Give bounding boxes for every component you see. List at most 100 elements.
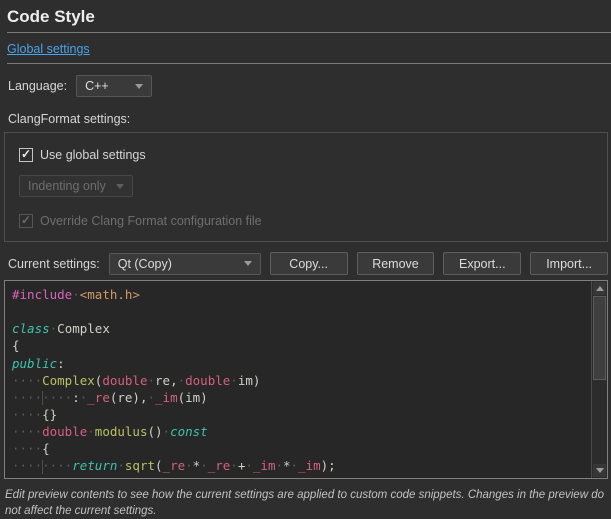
separator [7,63,611,64]
language-row: Language: C++ [8,75,611,97]
code-token: _im [155,390,178,405]
scroll-down-button[interactable] [593,464,606,477]
code-token: · [147,373,155,388]
clangformat-settings-label: ClangFormat settings: [8,112,611,126]
current-settings-row: Current settings: Qt (Copy) Copy... Remo… [8,252,608,275]
code-token: ···· [42,458,72,473]
scrollbar-thumb[interactable] [593,296,606,380]
vertical-scrollbar[interactable] [591,281,607,478]
code-token: : [57,356,65,371]
code-token: Complex [57,321,110,336]
code-line: ····{} [12,406,589,423]
code-token: #include [12,287,72,302]
clangformat-groupbox: ✓ Use global settings Indenting only ✓ O… [4,132,608,242]
code-token: ( [155,458,163,473]
formatting-mode-select: Indenting only [19,175,133,197]
language-label: Language: [8,79,67,93]
code-token: ···· [12,441,42,456]
code-token: const [170,424,208,439]
code-line: #include·<math.h> [12,286,589,303]
code-token: · [200,458,208,473]
code-token: ···· [42,390,72,405]
checkmark-icon: ✓ [21,214,31,226]
code-token: _re [87,390,110,405]
code-token: {} [42,407,57,422]
code-line: { [12,337,589,354]
code-token: * [283,458,291,473]
code-preview-editor[interactable]: #include·<math.h>class·Complex{public:··… [4,280,608,479]
code-token: · [230,373,238,388]
use-global-settings-checkbox[interactable]: ✓ Use global settings [19,148,146,162]
arrow-up-icon [596,286,604,291]
language-select-value: C++ [85,79,109,93]
code-token: ···· [12,424,42,439]
code-token: · [230,458,238,473]
chevron-down-icon [135,84,143,89]
code-line: ····double·modulus()·const [12,423,589,440]
code-token: () [147,424,162,439]
code-token: · [117,458,125,473]
code-token: Complex [42,373,95,388]
code-token: double [42,424,87,439]
code-token: im) [238,373,261,388]
code-token: · [291,458,299,473]
code-token: return [72,458,117,473]
import-button[interactable]: Import... [530,252,608,275]
code-token: · [163,424,171,439]
code-token: ···· [12,407,42,422]
code-token: (re), [110,390,148,405]
code-token: ···· [12,390,42,405]
code-token: · [185,458,193,473]
language-select[interactable]: C++ [76,75,152,97]
code-token: class [12,321,50,336]
code-line: ····Complex(double·re,·double·im) [12,372,589,389]
code-token: · [245,458,253,473]
chevron-down-icon [244,261,252,266]
code-token: ···· [12,458,42,473]
code-token: _im [298,458,321,473]
code-token: public [12,356,57,371]
override-config-checkbox: ✓ Override Clang Format configuration fi… [19,214,262,228]
code-line: ········return·sqrt(_re·*·_re·+·_im·*·_i… [12,457,589,474]
chevron-down-icon [116,184,124,189]
override-config-label: Override Clang Format configuration file [40,214,262,228]
global-settings-link[interactable]: Global settings [7,42,90,56]
code-token: : [72,390,80,405]
code-token: ); [321,458,336,473]
code-token: (im) [178,390,208,405]
code-token: · [148,390,156,405]
checkbox-box[interactable]: ✓ [19,148,33,162]
arrow-down-icon [596,468,604,473]
copy-button[interactable]: Copy... [270,252,348,275]
scroll-up-button[interactable] [593,282,606,295]
code-line: ····{ [12,440,589,457]
current-settings-select[interactable]: Qt (Copy) [109,253,261,275]
code-token: sqrt [125,458,155,473]
current-settings-label: Current settings: [8,257,100,271]
code-token: · [275,458,283,473]
remove-button[interactable]: Remove [357,252,435,275]
code-token: _im [253,458,276,473]
code-token: modulus [95,424,148,439]
code-token: · [178,373,186,388]
code-token: ···· [12,373,42,388]
code-token: re, [155,373,178,388]
code-token: double [102,373,147,388]
code-token: · [72,287,80,302]
code-line: class·Complex [12,320,589,337]
export-button[interactable]: Export... [443,252,521,275]
code-token: <math.h> [80,287,140,302]
code-token: { [12,338,20,353]
page-title: Code Style [7,7,611,27]
separator [7,32,611,33]
current-settings-value: Qt (Copy) [118,257,172,271]
code-token: { [42,441,50,456]
footer-help-text: Edit preview contents to see how the cur… [5,487,605,519]
formatting-mode-value: Indenting only [28,179,106,193]
code-line [12,303,589,320]
code-token: · [87,424,95,439]
code-editor-content[interactable]: #include·<math.h>class·Complex{public:··… [5,281,607,475]
code-token: _re [163,458,186,473]
checkbox-box: ✓ [19,214,33,228]
code-token: double [185,373,230,388]
